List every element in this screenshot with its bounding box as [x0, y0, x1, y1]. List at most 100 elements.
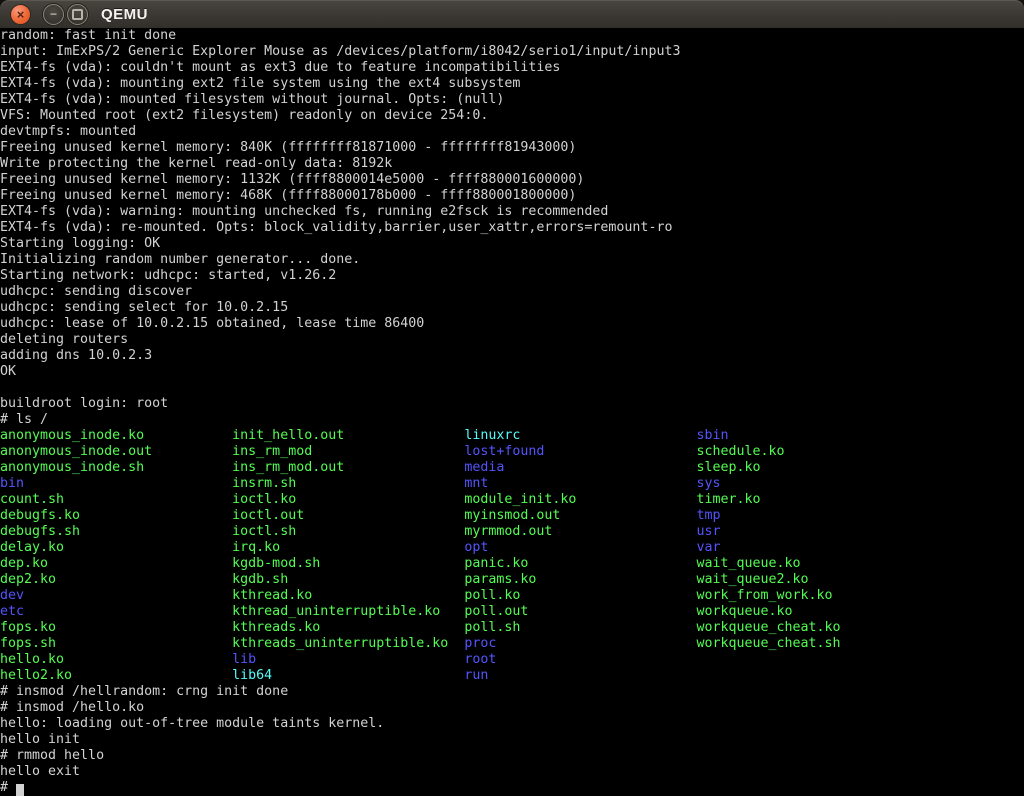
ls-entry: sbin — [696, 428, 728, 443]
ls-entry: root — [464, 652, 696, 668]
terminal-line: random: fast init done — [0, 28, 1024, 44]
ls-row: debugfs.shioctl.shmyrmmod.outusr — [0, 524, 1024, 540]
terminal-line: Freeing unused kernel memory: 1132K (fff… — [0, 172, 1024, 188]
terminal-line: # ls / — [0, 412, 1024, 428]
terminal-line: EXT4-fs (vda): couldn't mount as ext3 du… — [0, 60, 1024, 76]
ls-entry: kgdb-mod.sh — [232, 556, 464, 572]
terminal-line: EXT4-fs (vda): mounting ext2 file system… — [0, 76, 1024, 92]
ls-entry: fops.sh — [0, 636, 232, 652]
ls-row: debugfs.koioctl.outmyinsmod.outtmp — [0, 508, 1024, 524]
terminal-line: hello: loading out-of-tree module taints… — [0, 716, 1024, 732]
ls-entry: proc — [464, 636, 696, 652]
terminal-line: VFS: Mounted root (ext2 filesystem) read… — [0, 108, 1024, 124]
terminal-screen[interactable]: random: fast init doneinput: ImExPS/2 Ge… — [0, 28, 1024, 796]
terminal-line: EXT4-fs (vda): mounted filesystem withou… — [0, 92, 1024, 108]
ls-entry: kthread.ko — [232, 588, 464, 604]
ls-entry: kthreads_uninterruptible.ko — [232, 636, 464, 652]
ls-row: bininsrm.shmntsys — [0, 476, 1024, 492]
ls-entry: anonymous_inode.out — [0, 444, 232, 460]
ls-entry: anonymous_inode.ko — [0, 428, 232, 444]
ls-entry: kgdb.sh — [232, 572, 464, 588]
ls-entry: module_init.ko — [464, 492, 696, 508]
terminal-line: Write protecting the kernel read-only da… — [0, 156, 1024, 172]
close-button[interactable]: × — [10, 4, 31, 25]
ls-row: fops.shkthreads_uninterruptible.koprocwo… — [0, 636, 1024, 652]
titlebar[interactable]: × − QEMU — [0, 0, 1024, 28]
ls-entry: workqueue.ko — [696, 604, 792, 619]
ls-entry: media — [464, 460, 696, 476]
qemu-window: × − QEMU random: fast init doneinput: Im… — [0, 0, 1024, 796]
terminal-line: input: ImExPS/2 Generic Explorer Mouse a… — [0, 44, 1024, 60]
ls-entry: poll.sh — [464, 620, 696, 636]
terminal-line: Starting logging: OK — [0, 236, 1024, 252]
ls-row: anonymous_inode.shins_rm_mod.outmediasle… — [0, 460, 1024, 476]
terminal-line: udhcpc: sending select for 10.0.2.15 — [0, 300, 1024, 316]
ls-entry: irq.ko — [232, 540, 464, 556]
ls-entry: usr — [696, 524, 720, 539]
ls-entry: etc — [0, 604, 232, 620]
ls-entry: var — [696, 540, 720, 555]
ls-entry: fops.ko — [0, 620, 232, 636]
minimize-button[interactable]: − — [43, 4, 64, 25]
ls-entry: hello2.ko — [0, 668, 232, 684]
terminal-line — [0, 380, 1024, 396]
maximize-icon — [72, 9, 83, 20]
ls-row: etckthread_uninterruptible.kopoll.outwor… — [0, 604, 1024, 620]
ls-entry: bin — [0, 476, 232, 492]
ls-row: hello2.kolib64run — [0, 668, 1024, 684]
ls-entry: poll.ko — [464, 588, 696, 604]
minimize-icon: − — [50, 8, 57, 20]
ls-entry: workqueue_cheat.ko — [696, 620, 840, 635]
terminal-line: udhcpc: lease of 10.0.2.15 obtained, lea… — [0, 316, 1024, 332]
ls-entry: wait_queue.ko — [696, 556, 800, 571]
ls-entry: panic.ko — [464, 556, 696, 572]
ls-entry: kthreads.ko — [232, 620, 464, 636]
ls-entry: ioctl.sh — [232, 524, 464, 540]
ls-entry: params.ko — [464, 572, 696, 588]
terminal-line: Freeing unused kernel memory: 840K (ffff… — [0, 140, 1024, 156]
terminal-line: Initializing random number generator... … — [0, 252, 1024, 268]
ls-entry: sleep.ko — [696, 460, 760, 475]
ls-entry: schedule.ko — [696, 444, 784, 459]
ls-entry: mnt — [464, 476, 696, 492]
terminal-line: Freeing unused kernel memory: 468K (ffff… — [0, 188, 1024, 204]
ls-entry: linuxrc — [464, 428, 696, 444]
terminal-line: deleting routers — [0, 332, 1024, 348]
ls-entry: delay.ko — [0, 540, 232, 556]
terminal-line: buildroot login: root — [0, 396, 1024, 412]
ls-row: anonymous_inode.outins_rm_modlost+founds… — [0, 444, 1024, 460]
ls-row: delay.koirq.kooptvar — [0, 540, 1024, 556]
ls-entry: debugfs.sh — [0, 524, 232, 540]
ls-row: devkthread.kopoll.kowork_from_work.ko — [0, 588, 1024, 604]
ls-row: count.shioctl.komodule_init.kotimer.ko — [0, 492, 1024, 508]
terminal-cursor — [16, 784, 24, 796]
terminal-line: udhcpc: sending discover — [0, 284, 1024, 300]
ls-entry: hello.ko — [0, 652, 232, 668]
terminal-line: adding dns 10.0.2.3 — [0, 348, 1024, 364]
ls-entry: tmp — [696, 508, 720, 523]
ls-entry: anonymous_inode.sh — [0, 460, 232, 476]
ls-row: hello.kolibroot — [0, 652, 1024, 668]
prompt-line: # — [0, 780, 1024, 796]
ls-entry: wait_queue2.ko — [696, 572, 808, 587]
ls-row: anonymous_inode.koinit_hello.outlinuxrcs… — [0, 428, 1024, 444]
ls-entry: insrm.sh — [232, 476, 464, 492]
ls-entry: myrmmod.out — [464, 524, 696, 540]
ls-entry: work_from_work.ko — [696, 588, 832, 603]
ls-entry: lost+found — [464, 444, 696, 460]
terminal-line: Starting network: udhcpc: started, v1.26… — [0, 268, 1024, 284]
ls-entry: opt — [464, 540, 696, 556]
terminal-line: OK — [0, 364, 1024, 380]
ls-entry: kthread_uninterruptible.ko — [232, 604, 464, 620]
ls-entry: run — [464, 668, 696, 684]
terminal-line: # insmod /hellrandom: crng init done — [0, 684, 1024, 700]
ls-entry: ins_rm_mod.out — [232, 460, 464, 476]
ls-entry: timer.ko — [696, 492, 760, 507]
terminal-content: random: fast init doneinput: ImExPS/2 Ge… — [0, 28, 1024, 796]
ls-entry: myinsmod.out — [464, 508, 696, 524]
ls-row: dep.kokgdb-mod.shpanic.kowait_queue.ko — [0, 556, 1024, 572]
terminal-line: hello init — [0, 732, 1024, 748]
maximize-button[interactable] — [67, 4, 88, 25]
ls-entry: dep2.ko — [0, 572, 232, 588]
terminal-line: # rmmod hello — [0, 748, 1024, 764]
